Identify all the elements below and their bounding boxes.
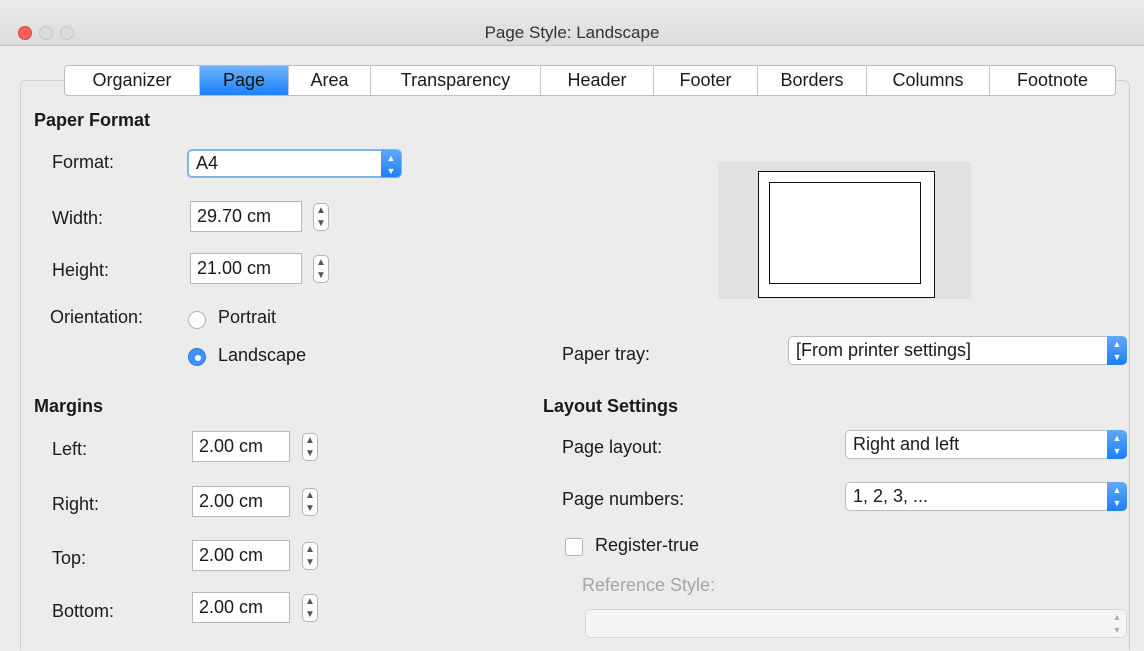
tab-bar: Organizer Page Area Transparency Header … [64,65,1116,96]
format-select[interactable]: A4 ▲ ▼ [187,149,402,178]
height-stepper[interactable]: ▲ ▼ [313,255,329,283]
page-layout-select[interactable]: Right and left ▲ ▼ [845,430,1127,459]
paper-tray-label: Paper tray: [562,344,651,364]
page-numbers-select[interactable]: 1, 2, 3, ... ▲ ▼ [845,482,1127,511]
right-margin-field[interactable]: 2.00 cm [192,486,290,517]
register-true-label[interactable]: Register-true [595,535,699,556]
portrait-label[interactable]: Portrait [218,307,276,328]
paper-format-heading: Paper Format [34,110,151,130]
width-field[interactable]: 29.70 cm [190,201,302,232]
reference-style-label: Reference Style: [582,575,716,595]
page-numbers-value: 1, 2, 3, ... [853,486,929,506]
right-margin-label: Right: [52,494,100,514]
height-label: Height: [52,260,110,280]
tab-page[interactable]: Page [200,66,289,95]
width-stepper[interactable]: ▲ ▼ [313,203,329,231]
page-layout-value: Right and left [853,434,960,454]
chevron-updown-icon: ▲ ▼ [381,150,401,177]
tab-footnote[interactable]: Footnote [990,66,1115,95]
top-margin-stepper[interactable]: ▲ ▼ [302,542,318,570]
preview-page [758,171,935,298]
tab-footer[interactable]: Footer [654,66,758,95]
landscape-label[interactable]: Landscape [218,345,306,366]
register-true-checkbox[interactable] [565,538,583,556]
title-bar: Page Style: Landscape [0,0,1144,46]
chevron-updown-icon: ▲ ▼ [1107,482,1127,511]
reference-style-select: ▲ ▼ [585,609,1127,638]
top-margin-field[interactable]: 2.00 cm [192,540,290,571]
tab-area[interactable]: Area [289,66,371,95]
bottom-margin-stepper[interactable]: ▲ ▼ [302,594,318,622]
left-margin-field[interactable]: 2.00 cm [192,431,290,462]
chevron-updown-icon: ▲ ▼ [1112,612,1122,635]
bottom-margin-field[interactable]: 2.00 cm [192,592,290,623]
page-layout-label: Page layout: [562,437,663,457]
tab-organizer[interactable]: Organizer [65,66,200,95]
format-label: Format: [52,152,115,172]
orientation-label: Orientation: [50,307,144,327]
width-label: Width: [52,208,104,228]
bottom-margin-label: Bottom: [52,601,115,621]
left-margin-stepper[interactable]: ▲ ▼ [302,433,318,461]
tab-header[interactable]: Header [541,66,654,95]
tab-columns[interactable]: Columns [867,66,990,95]
chevron-updown-icon: ▲ ▼ [1107,336,1127,365]
tab-borders[interactable]: Borders [758,66,867,95]
format-select-value: A4 [196,153,219,173]
preview-margin-box [769,182,921,284]
left-margin-label: Left: [52,439,88,459]
paper-tray-value: [From printer settings] [796,340,972,360]
right-margin-stepper[interactable]: ▲ ▼ [302,488,318,516]
page-numbers-label: Page numbers: [562,489,685,509]
margins-heading: Margins [34,396,104,416]
layout-settings-heading: Layout Settings [543,396,679,416]
landscape-radio[interactable] [188,348,206,366]
window-title: Page Style: Landscape [484,23,660,42]
top-margin-label: Top: [52,548,87,568]
height-field[interactable]: 21.00 cm [190,253,302,284]
paper-tray-select[interactable]: [From printer settings] ▲ ▼ [788,336,1127,365]
tab-transparency[interactable]: Transparency [371,66,541,95]
portrait-radio[interactable] [188,311,206,329]
chevron-updown-icon: ▲ ▼ [1107,430,1127,459]
